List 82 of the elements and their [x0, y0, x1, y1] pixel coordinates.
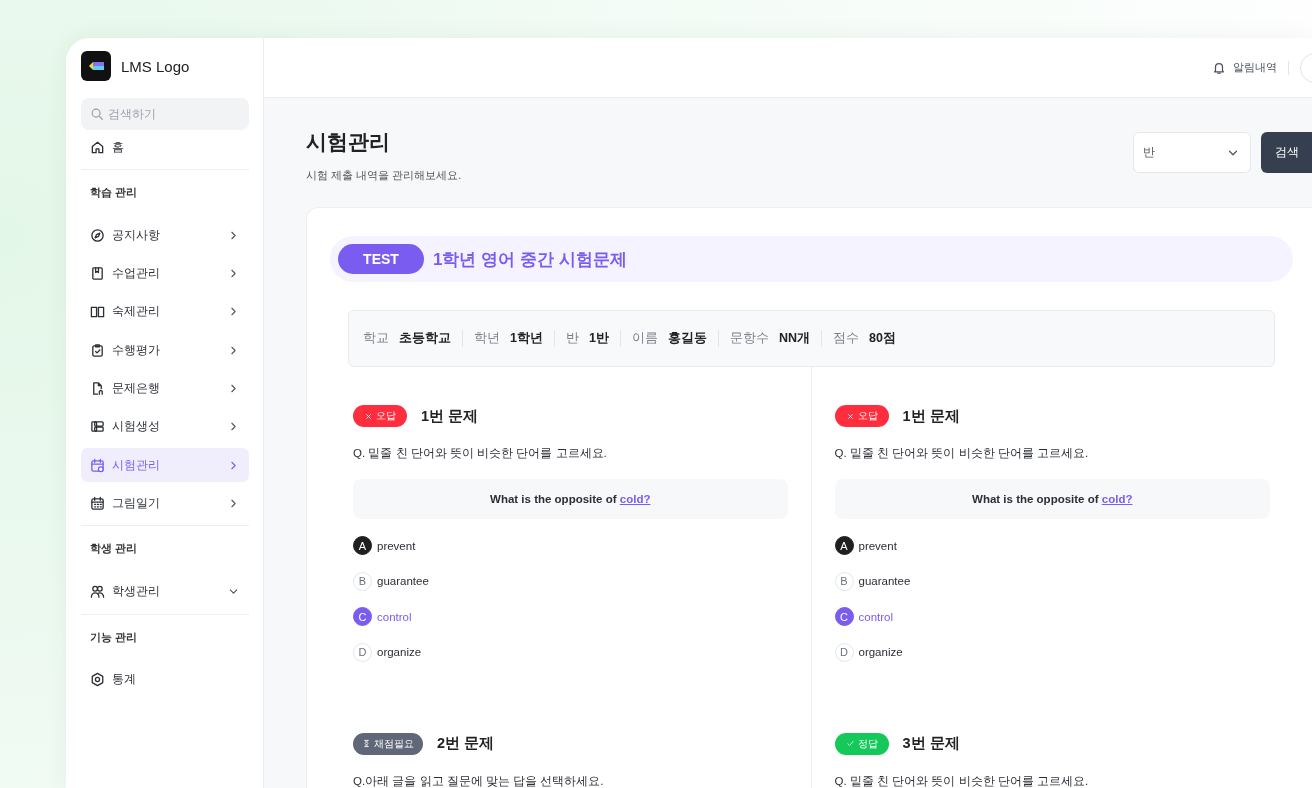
section-heading: 학생 관리	[89, 541, 138, 557]
option-text[interactable]: control	[858, 610, 894, 623]
question-title: 3번 문제	[902, 734, 960, 753]
search-icon	[90, 107, 104, 121]
close-icon	[364, 411, 373, 421]
test-tag: TEST	[338, 244, 424, 274]
search-button[interactable]: 검색	[1261, 132, 1312, 173]
option-text[interactable]: prevent	[858, 539, 897, 552]
document-icon	[90, 381, 105, 396]
bell-icon	[1212, 60, 1226, 75]
status-badge: 정답	[834, 732, 889, 755]
question-prompt: What is the opposite of cold?	[490, 493, 651, 505]
page-title: 시험관리	[306, 129, 391, 155]
nav-item[interactable]: 수행평가	[81, 333, 249, 368]
option-marker: D	[834, 642, 854, 662]
status-badge: 오답	[834, 405, 889, 427]
layers-icon	[90, 419, 105, 435]
question-title: 2번 문제	[437, 734, 495, 753]
close-icon	[845, 411, 855, 421]
nav-item[interactable]: 시험관리	[81, 448, 249, 483]
page-subtitle: 시험 제출 내역을 관리해보세요.	[306, 168, 462, 183]
question-title: 1번 문제	[421, 406, 479, 426]
section-heading: 학습 관리	[89, 185, 138, 200]
info-value: 80점	[868, 330, 896, 347]
nav-item[interactable]: 숙제관리	[81, 294, 249, 329]
section-heading: 기능 관리	[89, 629, 138, 645]
question-instruction: Q.아래 글을 읽고 질문에 맞는 답을 선택하세요.	[353, 773, 605, 788]
logo-icon	[81, 51, 111, 81]
question-prompt: What is the opposite of cold?	[972, 493, 1133, 505]
check-icon	[845, 739, 855, 748]
option-text[interactable]: guarantee	[858, 575, 911, 587]
info-value: 1학년	[510, 330, 543, 347]
info-label: 이름	[631, 330, 658, 347]
info-value: 초등학교	[399, 330, 451, 347]
compass-icon	[90, 227, 105, 243]
nav-item[interactable]: 문제은행	[81, 371, 249, 406]
users-icon	[90, 584, 105, 600]
option-marker: C	[834, 607, 854, 626]
question-instruction: Q. 밑줄 친 단어와 뜻이 비슷한 단어를 고르세요.	[834, 773, 1090, 788]
question-instruction: Q. 밑줄 친 단어와 뜻이 비슷한 단어를 고르세요.	[353, 446, 608, 461]
info-label: 학년	[474, 330, 500, 347]
search-field[interactable]: 검색하기	[81, 98, 249, 130]
nav-item[interactable]: 시험생성	[81, 409, 249, 444]
logo-text: LMS Logo	[121, 57, 190, 75]
option-marker: A	[834, 536, 854, 555]
nav-item[interactable]: 홈	[81, 130, 249, 164]
calendar-icon	[90, 495, 105, 511]
info-value: 홍길동	[667, 330, 707, 347]
nav-item[interactable]: 그림일기	[81, 486, 249, 521]
question-title: 1번 문제	[902, 406, 960, 426]
info-label: 점수	[832, 330, 859, 347]
option-marker: B	[834, 571, 854, 591]
info-label: 문항수	[729, 330, 769, 347]
hourglass-icon	[362, 739, 371, 748]
class-select[interactable]: 반	[1133, 132, 1251, 173]
nav-item[interactable]: 학생관리	[81, 574, 249, 609]
clipboard-check-icon	[90, 342, 105, 358]
book-icon	[90, 266, 105, 282]
option-marker: A	[353, 536, 372, 555]
option-text[interactable]: organize	[377, 646, 422, 658]
option-text[interactable]: control	[377, 610, 412, 623]
info-value: 1반	[588, 330, 609, 347]
option-text[interactable]: organize	[858, 646, 903, 658]
info-label: 학교	[363, 330, 389, 347]
gear-icon	[90, 672, 105, 688]
status-badge: 채점필요	[353, 732, 423, 755]
info-value: NN개	[778, 330, 810, 347]
calendar-clock-icon	[90, 457, 105, 473]
option-marker: C	[353, 607, 372, 626]
question-instruction: Q. 밑줄 친 단어와 뜻이 비슷한 단어를 고르세요.	[834, 446, 1090, 461]
home-icon	[90, 139, 105, 155]
option-text[interactable]: prevent	[377, 539, 416, 552]
info-label: 반	[565, 330, 579, 347]
notifications-link[interactable]: 알림내역	[1233, 60, 1277, 75]
nav-item[interactable]: 공지사항	[81, 218, 249, 253]
nav-item[interactable]: 통계	[81, 662, 249, 697]
option-marker: B	[353, 571, 372, 591]
nav-item[interactable]: 수업관리	[81, 256, 249, 291]
option-text[interactable]: guarantee	[377, 575, 429, 587]
status-badge: 오답	[353, 405, 407, 427]
option-marker: D	[353, 642, 372, 662]
exam-title: 1학년 영어 중간 시험문제	[433, 248, 627, 271]
